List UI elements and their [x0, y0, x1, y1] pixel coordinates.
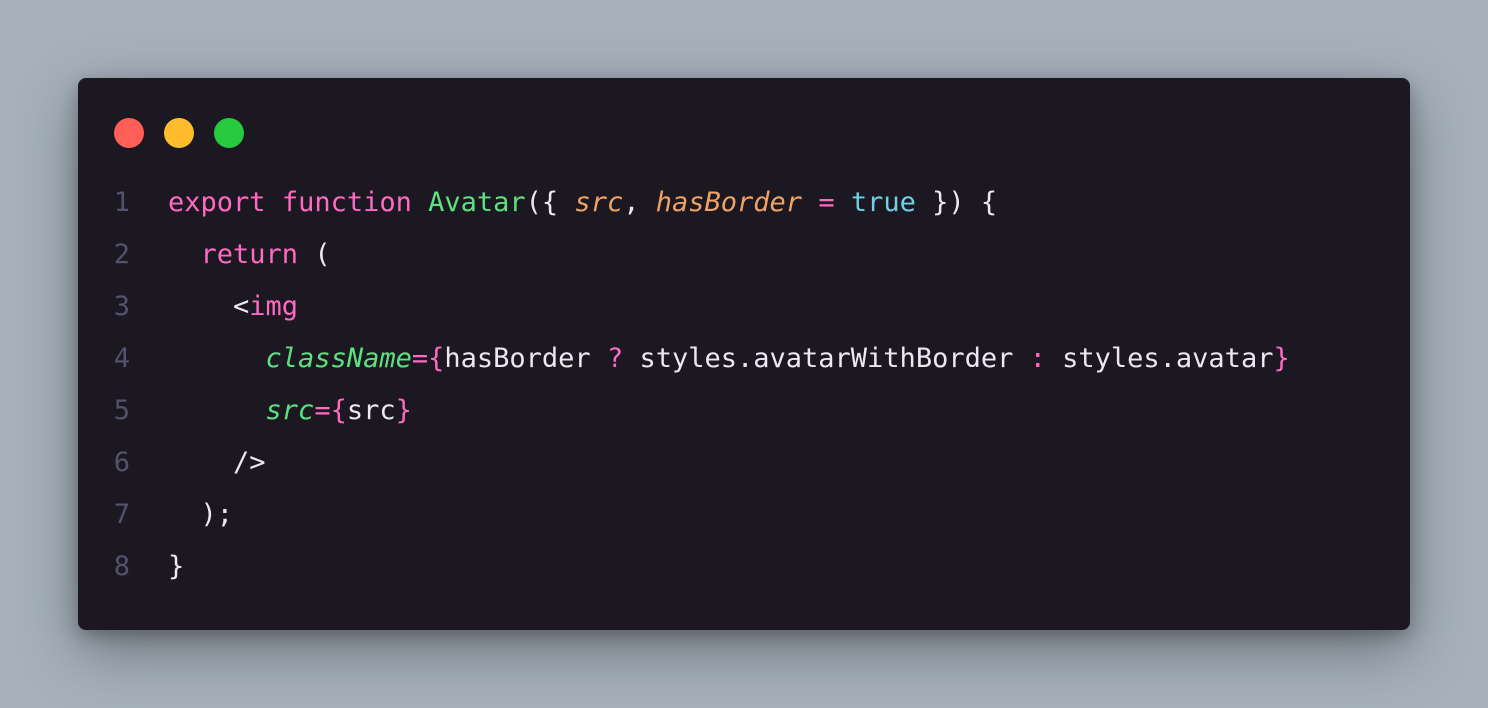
line-content: ); [168, 498, 234, 530]
code-line: 6 /> [78, 436, 1410, 488]
line-content: <img [168, 291, 298, 322]
maximize-dot-icon[interactable] [214, 118, 244, 148]
punctuation: , [623, 186, 656, 218]
line-content: export function Avatar({ src, hasBorder … [168, 187, 997, 218]
punctuation: } [168, 550, 185, 582]
expression: styles.avatarWithBorder [623, 342, 1030, 374]
param-hasborder: hasBorder [655, 186, 803, 218]
brace: } [1273, 342, 1290, 374]
expression: src [346, 394, 396, 426]
code-line: 4 className={hasBorder ? styles.avatarWi… [78, 332, 1410, 384]
param-src: src [574, 186, 624, 218]
brace: { [330, 394, 347, 426]
line-content: } [168, 551, 184, 582]
code-line: 1 export function Avatar({ src, hasBorde… [78, 176, 1410, 228]
line-content: /> [168, 447, 266, 478]
line-number: 3 [113, 290, 130, 322]
close-dot-icon[interactable] [114, 118, 144, 148]
line-content: src={src} [168, 395, 412, 426]
function-name: Avatar [428, 186, 526, 218]
code-line: 7 ); [78, 488, 1410, 540]
line-number: 1 [113, 186, 130, 218]
code-block: 1 export function Avatar({ src, hasBorde… [78, 176, 1410, 592]
code-line: 2 return ( [78, 228, 1410, 280]
keyword-return: return [200, 238, 299, 270]
ternary-question: ? [606, 342, 624, 374]
operator: = [314, 394, 331, 426]
brace: } [395, 394, 412, 426]
punctuation: ( [298, 238, 331, 270]
line-content: className={hasBorder ? styles.avatarWith… [168, 343, 1290, 374]
keyword-function: function [281, 186, 412, 218]
attr-classname: className [265, 342, 412, 374]
tag-name: img [249, 290, 299, 322]
expression: hasBorder [444, 342, 607, 374]
keyword-export: export [168, 186, 266, 218]
line-number: 7 [113, 498, 130, 530]
line-number: 8 [113, 550, 130, 582]
tag-open: < [233, 290, 250, 322]
operator: = [411, 342, 429, 374]
punctuation: ({ [525, 186, 575, 218]
operator: = [818, 186, 835, 218]
line-number: 5 [113, 394, 130, 426]
brace: { [428, 342, 445, 374]
minimize-dot-icon[interactable] [164, 118, 194, 148]
line-number: 6 [113, 446, 130, 478]
expression: styles.avatar [1045, 342, 1274, 374]
line-content: return ( [168, 239, 331, 270]
code-line: 3 <img [78, 280, 1410, 332]
window-controls [114, 118, 244, 148]
code-line: 8 } [78, 540, 1410, 592]
ternary-colon: : [1029, 342, 1046, 374]
boolean-true: true [850, 186, 916, 218]
line-number: 2 [113, 238, 130, 270]
code-line: 5 src={src} [78, 384, 1410, 436]
punctuation: }) { [915, 186, 998, 218]
attr-src: src [265, 394, 315, 426]
punctuation: ); [200, 498, 234, 530]
tag-self-close: /> [233, 446, 266, 478]
line-number: 4 [113, 342, 130, 374]
code-window: 1 export function Avatar({ src, hasBorde… [78, 78, 1410, 630]
